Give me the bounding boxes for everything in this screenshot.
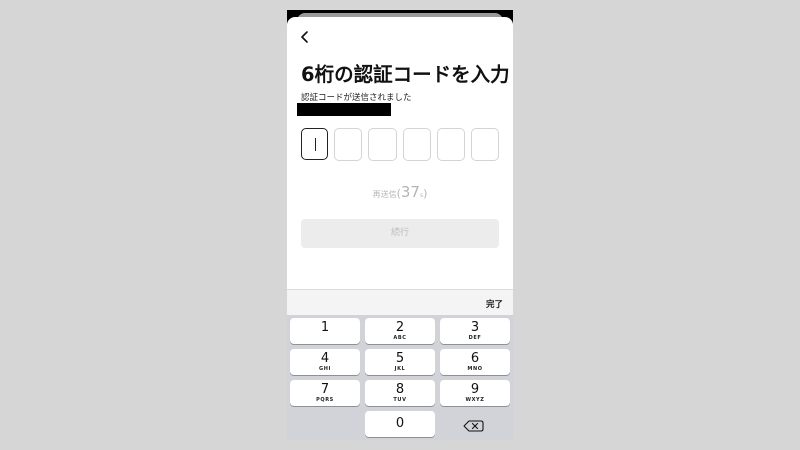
countdown-value: 37 bbox=[400, 183, 420, 201]
resend-label: 再送信 bbox=[372, 190, 397, 199]
backspace-icon bbox=[463, 420, 484, 432]
sent-message: 認証コードが送信されました bbox=[301, 93, 412, 103]
key-0[interactable]: 0 bbox=[365, 411, 435, 437]
chevron-left-icon bbox=[301, 31, 308, 43]
code-digit-1[interactable] bbox=[301, 128, 329, 160]
phone-screen: 6桁の認証コードを入力 認証コードが送信されました 再送信(37s) 続行 完了… bbox=[287, 10, 513, 440]
backspace-key[interactable] bbox=[440, 413, 510, 439]
code-digit-3[interactable] bbox=[368, 128, 397, 161]
numeric-keypad: 1 2 ABC 3 DEF 4 GHI 5 JKL 6 MNO 7 PQRS 8… bbox=[287, 315, 513, 440]
continue-button[interactable]: 続行 bbox=[301, 219, 499, 248]
verification-sheet: 6桁の認証コードを入力 認証コードが送信されました 再送信(37s) 続行 完了… bbox=[287, 17, 513, 440]
text-caret bbox=[315, 138, 316, 151]
key-1[interactable]: 1 bbox=[290, 318, 360, 344]
code-digit-2[interactable] bbox=[334, 128, 363, 161]
done-button[interactable]: 完了 bbox=[486, 298, 503, 310]
key-8[interactable]: 8 TUV bbox=[365, 380, 435, 406]
key-5[interactable]: 5 JKL bbox=[365, 349, 435, 375]
code-digit-5[interactable] bbox=[436, 128, 465, 161]
redacted-phone-number bbox=[297, 103, 391, 116]
key-2[interactable]: 2 ABC bbox=[365, 318, 435, 344]
page-title: 6桁の認証コードを入力 bbox=[301, 63, 510, 86]
key-6[interactable]: 6 MNO bbox=[440, 349, 510, 375]
back-button[interactable] bbox=[297, 29, 313, 45]
close-paren: ) bbox=[423, 187, 428, 200]
resend-countdown: 再送信(37s) bbox=[287, 183, 513, 201]
keyboard-toolbar: 完了 bbox=[287, 289, 513, 316]
key-7[interactable]: 7 PQRS bbox=[290, 380, 360, 406]
code-input-row bbox=[301, 128, 499, 161]
key-3[interactable]: 3 DEF bbox=[440, 318, 510, 344]
key-4[interactable]: 4 GHI bbox=[290, 349, 360, 375]
key-9[interactable]: 9 WXYZ bbox=[440, 380, 510, 406]
code-digit-6[interactable] bbox=[470, 128, 499, 161]
code-digit-4[interactable] bbox=[402, 128, 431, 161]
